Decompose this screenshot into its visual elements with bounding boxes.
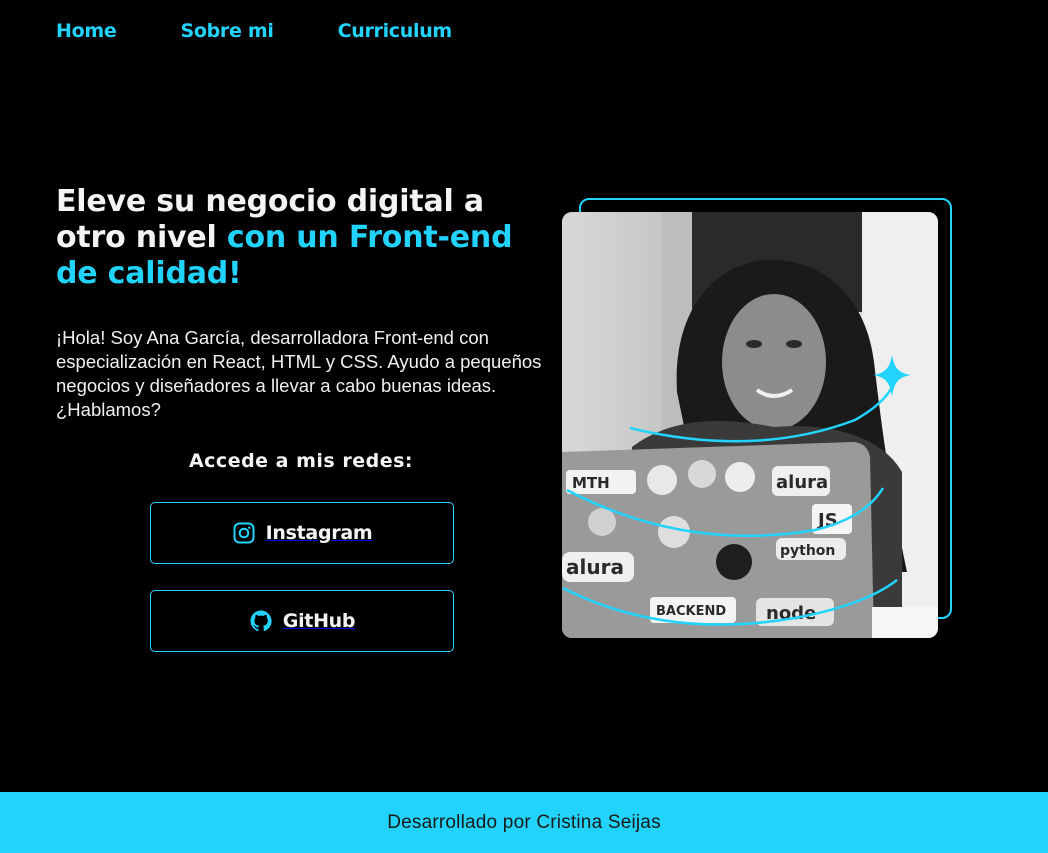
- instagram-label: Instagram: [265, 522, 373, 544]
- main-nav: Home Sobre mi Curriculum: [56, 20, 452, 42]
- sticker-alura-top: alura: [776, 472, 828, 493]
- footer-credit: Desarrollado por Cristina Seijas: [387, 811, 661, 833]
- hero-section: Eleve su negocio digital a otro nivel co…: [56, 184, 556, 422]
- nav-link-curriculum[interactable]: Curriculum: [338, 20, 453, 42]
- sticker-python: python: [780, 543, 835, 559]
- sticker-node: node: [766, 603, 816, 624]
- social-title: Accede a mis redes:: [188, 450, 414, 472]
- hero-intro: ¡Hola! Soy Ana García, desarrolladora Fr…: [56, 327, 542, 420]
- github-label: GitHub: [282, 610, 356, 632]
- sticker-mth: MTH: [572, 474, 610, 492]
- nav-link-home[interactable]: Home: [56, 20, 117, 42]
- profile-photo: MTH alura JS python alura BACKEND node: [562, 212, 938, 638]
- nav-link-about[interactable]: Sobre mi: [180, 20, 273, 42]
- github-button[interactable]: GitHub: [150, 590, 454, 652]
- instagram-button[interactable]: Instagram: [150, 502, 454, 564]
- page-footer: Desarrollado por Cristina Seijas: [0, 792, 1048, 853]
- sticker-js: JS: [816, 510, 838, 531]
- github-icon: [249, 609, 273, 633]
- sticker-alura-bottom: alura: [566, 555, 624, 579]
- instagram-icon: [232, 521, 256, 545]
- hero-headline: Eleve su negocio digital a otro nivel co…: [56, 184, 556, 292]
- sticker-backend: BACKEND: [656, 604, 726, 619]
